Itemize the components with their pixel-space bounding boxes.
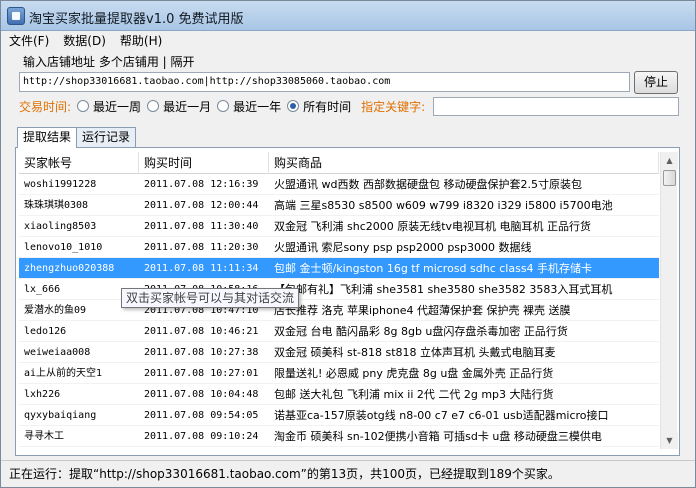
table-row[interactable]: zhengzhuo020388 2011.07.08 11:11:34 包邮 金士顿… <box>19 258 659 279</box>
trade-time-label: 交易时间: <box>19 99 72 114</box>
column-header-item[interactable]: 购买商品 <box>269 152 659 174</box>
table-row[interactable]: qyxybaiqiang 2011.07.08 09:54:05 诺基亚ca-157… <box>19 405 659 426</box>
menu-bar: 文件(F) 数据(D) 帮助(H) <box>1 31 695 51</box>
radio-last-month-label: 最近一月 <box>163 99 212 114</box>
radio-dot-icon <box>147 100 160 112</box>
cell-item[interactable]: 双金冠 台电 酷闪晶彩 8g 8gb u盘闪存盘杀毒加密 正品行货 <box>269 321 659 341</box>
cell-time[interactable]: 2011.07.08 11:11:34 <box>139 258 269 278</box>
status-bar: 正在运行：提取“http://shop33016681.taobao.com”的… <box>1 460 695 487</box>
cell-time[interactable]: 2011.07.08 10:27:38 <box>139 342 269 362</box>
cell-item[interactable]: 包邮 金士顿/kingston 16g tf microsd sdhc clas… <box>269 258 659 278</box>
title-bar: 淘宝买家批量提取器v1.0 免费试用版 <box>1 1 695 31</box>
results-table: 买家帐号 购买时间 购买商品 woshi1991228 2011.07.08 12… <box>19 152 659 449</box>
cell-time[interactable]: 2011.07.08 10:27:01 <box>139 363 269 383</box>
scroll-down-icon[interactable]: ▼ <box>661 432 678 449</box>
cell-item[interactable]: 火盟通讯 索尼sony psp psp2000 psp3000 数据线 <box>269 237 659 257</box>
cell-item[interactable]: 包邮 送大礼包 飞利浦 mix ii 2代 二代 2g mp3 大陆行货 <box>269 384 659 404</box>
tab-results[interactable]: 提取结果 <box>17 127 78 148</box>
cell-buyer[interactable]: lenovo10_1010 <box>19 237 139 257</box>
table-row[interactable]: 珠珠琪琪0308 2011.07.08 12:00:44 高端 三星s8530 s8… <box>19 195 659 216</box>
radio-last-year[interactable]: 最近一年 <box>217 98 281 115</box>
scroll-thumb[interactable] <box>663 170 676 186</box>
radio-last-year-label: 最近一年 <box>233 99 282 114</box>
radio-all-time-label: 所有时间 <box>303 99 352 114</box>
cell-item[interactable]: 双金冠 飞利浦 shc2000 原装无线tv电视耳机 电脑耳机 正品行货 <box>269 216 659 236</box>
cell-item[interactable]: 限量送礼! 必恩威 pny 虎克盘 8g u盘 金属外壳 正品行货 <box>269 363 659 383</box>
time-filter-row: 交易时间: 最近一周 最近一月 最近一年 所有时间 指定关键字: <box>19 97 425 115</box>
tab-bar: 提取结果 运行记录 <box>17 127 137 148</box>
cell-item[interactable]: 高端 三星s8530 s8500 w609 w799 i8320 i329 i5… <box>269 195 659 215</box>
table-row[interactable]: 爱潜水的鱼09 2011.07.08 10:47:10 店长推荐 洛克 苹果ipho… <box>19 300 659 321</box>
cell-item[interactable]: 双金冠 硕美科 st-818 st818 立体声耳机 头戴式电脑耳麦 <box>269 342 659 362</box>
cell-item[interactable]: 【包邮有礼】飞利浦 she3581 she3580 she3582 3583入耳… <box>269 279 659 299</box>
column-header-buyer[interactable]: 买家帐号 <box>19 152 139 174</box>
cell-item[interactable]: 淘金币 硕美科 sn-102便携小音箱 可插sd卡 u盘 移动硬盘三模供电 <box>269 426 659 446</box>
scroll-up-icon[interactable]: ▲ <box>661 152 678 169</box>
table-row[interactable]: lxh226 2011.07.08 10:04:48 包邮 送大礼包 飞利浦 mix… <box>19 384 659 405</box>
app-icon <box>7 7 25 25</box>
cell-time[interactable]: 2011.07.08 11:30:40 <box>139 216 269 236</box>
cell-buyer[interactable]: woshi1991228 <box>19 174 139 194</box>
table-row[interactable]: lx_6662011.07.08 10:58:16【包邮有礼】飞利浦 she35… <box>19 279 659 300</box>
menu-help[interactable]: 帮助(H) <box>113 31 169 51</box>
table-row[interactable]: xiaoling8503 2011.07.08 11:30:40 双金冠 飞利浦 s… <box>19 216 659 237</box>
cell-item[interactable]: 火盟通讯 wd西数 西部数据硬盘包 移动硬盘保护套2.5寸原装包 <box>269 174 659 194</box>
cell-buyer[interactable]: ai上从前的天空1 <box>19 363 139 383</box>
radio-last-month[interactable]: 最近一月 <box>147 98 211 115</box>
cell-buyer[interactable]: lxh226 <box>19 384 139 404</box>
cell-time[interactable]: 2011.07.08 11:20:30 <box>139 237 269 257</box>
table-row[interactable]: ledo126 2011.07.08 10:46:21 双金冠 台电 酷闪晶彩 8g… <box>19 321 659 342</box>
cell-buyer[interactable]: qyxybaiqiang <box>19 405 139 425</box>
cell-time[interactable]: 2011.07.08 12:00:44 <box>139 195 269 215</box>
vertical-scrollbar[interactable]: ▲ ▼ <box>660 152 678 449</box>
column-header-time[interactable]: 购买时间 <box>139 152 269 174</box>
table-row[interactable]: woshi1991228 2011.07.08 12:16:39 火盟通讯 wd西数… <box>19 174 659 195</box>
radio-all-time[interactable]: 所有时间 <box>287 98 351 115</box>
app-window: 淘宝买家批量提取器v1.0 免费试用版 文件(F) 数据(D) 帮助(H) 输入… <box>0 0 696 488</box>
cell-time[interactable]: 2011.07.08 09:10:24 <box>139 426 269 446</box>
radio-dot-checked-icon <box>287 100 300 112</box>
radio-last-week[interactable]: 最近一周 <box>77 98 141 115</box>
cell-buyer[interactable]: zhengzhuo020388 <box>19 258 139 278</box>
keyword-input[interactable] <box>433 97 679 116</box>
cell-buyer[interactable]: xiaoling8503 <box>19 216 139 236</box>
keyword-label: 指定关键字: <box>361 99 426 114</box>
cell-time[interactable]: 2011.07.08 10:04:48 <box>139 384 269 404</box>
radio-dot-icon <box>217 100 230 112</box>
window-title: 淘宝买家批量提取器v1.0 免费试用版 <box>29 12 244 27</box>
cell-item[interactable]: 店长推荐 洛克 苹果iphone4 代超薄保护套 保护壳 裸壳 送膜 <box>269 300 659 320</box>
cell-buyer[interactable]: 珠珠琪琪0308 <box>19 195 139 215</box>
shop-url-input[interactable]: http://shop33016681.taobao.com|http://sh… <box>19 72 630 92</box>
cell-time[interactable]: 2011.07.08 12:16:39 <box>139 174 269 194</box>
table-row[interactable]: 寻寻木工 2011.07.08 09:10:24 淘金币 硕美科 sn-102便携小… <box>19 426 659 447</box>
tooltip: 双击买家帐号可以与其对话交流 <box>121 288 300 308</box>
radio-last-week-label: 最近一周 <box>93 99 142 114</box>
table-body: woshi1991228 2011.07.08 12:16:39 火盟通讯 wd西数… <box>19 174 659 447</box>
cell-time[interactable]: 2011.07.08 10:46:21 <box>139 321 269 341</box>
stop-button[interactable]: 停止 <box>634 71 678 94</box>
cell-buyer[interactable]: 寻寻木工 <box>19 426 139 446</box>
menu-file[interactable]: 文件(F) <box>1 31 56 51</box>
tab-run-log[interactable]: 运行记录 <box>76 127 137 147</box>
table-header: 买家帐号 购买时间 购买商品 <box>19 152 659 174</box>
menu-data[interactable]: 数据(D) <box>56 31 113 51</box>
radio-dot-icon <box>77 100 90 112</box>
table-row[interactable]: lenovo10_1010 2011.07.08 11:20:30 火盟通讯 索尼s… <box>19 237 659 258</box>
cell-time[interactable]: 2011.07.08 09:54:05 <box>139 405 269 425</box>
table-row[interactable]: ai上从前的天空1 2011.07.08 10:27:01 限量送礼! 必恩威 pn… <box>19 363 659 384</box>
cell-buyer[interactable]: weiweiaa008 <box>19 342 139 362</box>
cell-item[interactable]: 诺基亚ca-157原装otg线 n8-00 c7 e7 c6-01 usb适配器… <box>269 405 659 425</box>
cell-buyer[interactable]: ledo126 <box>19 321 139 341</box>
table-row[interactable]: weiweiaa008 2011.07.08 10:27:38 双金冠 硕美科 st… <box>19 342 659 363</box>
shop-address-label: 输入店铺地址 多个店铺用 | 隔开 <box>23 55 195 69</box>
